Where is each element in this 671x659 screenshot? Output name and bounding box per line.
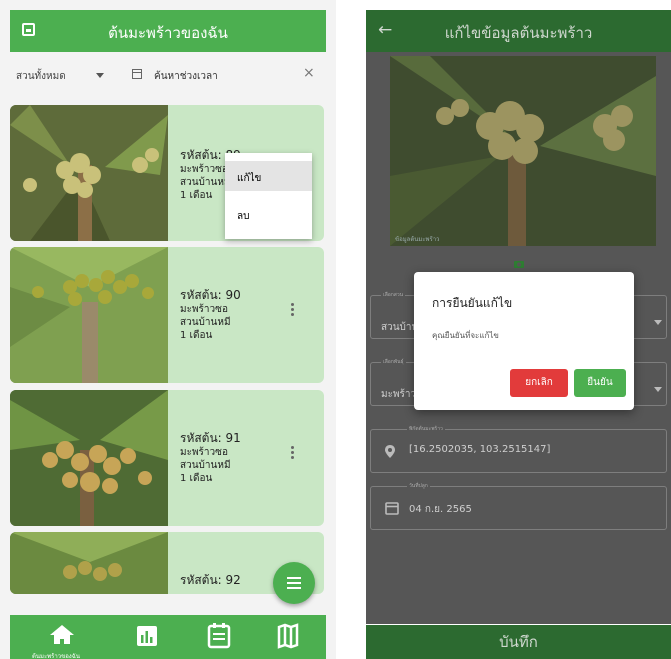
- app-bar: ต้นมะพร้าวของฉัน: [10, 10, 326, 52]
- chart-icon: [137, 626, 157, 646]
- planting-date-field[interactable]: วันที่ปลูก 04 ก.ย. 2565: [370, 482, 667, 530]
- app-bar: ← แก้ไขข้อมูลต้นมะพร้าว: [366, 10, 671, 52]
- nav-calendar[interactable]: [203, 615, 233, 659]
- tree-garden: สวนบ้านหมี: [180, 317, 231, 328]
- field-label: วันที่ปลูก: [407, 482, 430, 490]
- chevron-down-icon: [654, 387, 662, 392]
- tree-info: รหัสต้น: 91 มะพร้าวซอ สวนบ้านหมี 1 เดือน: [180, 430, 241, 485]
- nav-home-label: ต้นมะพร้าวของฉัน: [32, 653, 80, 659]
- field-label: พิกัดต้นมะพร้าว: [407, 425, 445, 433]
- tree-code: รหัสต้น: 91: [180, 431, 241, 445]
- tree-code: รหัสต้น: 92: [180, 573, 241, 587]
- field-value: [16.2502035, 103.2515147]: [409, 444, 551, 455]
- dialog-message: คุณยืนยันที่จะแก้ไข: [432, 331, 499, 340]
- map-icon: [277, 623, 299, 649]
- confirm-edit-dialog: การยืนยันแก้ไข คุณยืนยันที่จะแก้ไข ยกเลิ…: [414, 272, 634, 410]
- chevron-down-icon: [654, 320, 662, 325]
- coconut-tree-photo[interactable]: ข้อมูลต้นมะพร้าว: [390, 56, 656, 246]
- camera-icon[interactable]: [513, 258, 525, 270]
- tree-variety: มะพร้าวซอ: [180, 447, 228, 458]
- location-pin-icon: [385, 445, 395, 458]
- dialog-title: การยืนยันแก้ไข: [432, 296, 513, 310]
- filter-bar: สวนทั้งหมด ค้นหาช่วงเวลา ×: [10, 60, 326, 92]
- nav-statistics[interactable]: [130, 615, 160, 659]
- edit-tree-screen: ← แก้ไขข้อมูลต้นมะพร้าว ข้อมูลต้นมะพร้าว…: [366, 0, 671, 659]
- field-label: เลือกสวน: [381, 291, 406, 299]
- tree-card[interactable]: รหัสต้น: 91 มะพร้าวซอ สวนบ้านหมี 1 เดือน: [10, 390, 324, 526]
- tree-info: รหัสต้น: 90 มะพร้าวซอ สวนบ้านหมี 1 เดือน: [180, 287, 241, 342]
- delete-label: ลบ: [237, 211, 250, 222]
- menu-fab[interactable]: [273, 562, 315, 604]
- page-title: แก้ไขข้อมูลต้นมะพร้าว: [444, 24, 593, 42]
- coconut-tree-photo: [10, 532, 168, 594]
- calendar-icon: [207, 623, 231, 649]
- field-value: 04 ก.ย. 2565: [409, 504, 472, 515]
- more-options-icon[interactable]: [291, 303, 295, 318]
- coordinate-field[interactable]: พิกัดต้นมะพร้าว [16.2502035, 103.2515147…: [370, 425, 667, 473]
- coconut-tree-photo: [10, 247, 168, 383]
- save-button[interactable]: บันทึก: [366, 625, 671, 659]
- tree-garden: สวนบ้านหมี: [180, 460, 231, 471]
- tree-variety: มะพร้าวซอ: [180, 304, 228, 315]
- confirm-button[interactable]: ยืนยัน: [574, 369, 626, 397]
- photo-caption: ข้อมูลต้นมะพร้าว: [395, 236, 440, 243]
- field-value: สวนบ้าน: [381, 322, 419, 333]
- cancel-button[interactable]: ยกเลิก: [510, 369, 568, 397]
- coconut-tree-photo: [10, 105, 168, 241]
- chevron-down-icon[interactable]: [96, 73, 104, 78]
- tree-info: รหัสต้น: 92: [180, 572, 241, 588]
- edit-label: แก้ไข: [237, 173, 262, 184]
- garden-select[interactable]: สวนทั้งหมด: [16, 69, 66, 84]
- tree-code: รหัสต้น: 90: [180, 288, 241, 302]
- card-options-menu: แก้ไข ลบ: [225, 153, 312, 239]
- nav-map[interactable]: [273, 615, 303, 659]
- delete-menu-item[interactable]: ลบ: [225, 199, 312, 229]
- page-title: ต้นมะพร้าวของฉัน: [108, 24, 228, 42]
- calendar-icon[interactable]: [132, 69, 142, 79]
- tree-age: 1 เดือน: [180, 330, 213, 341]
- coconut-tree-photo: [10, 390, 168, 526]
- more-options-icon[interactable]: [291, 446, 295, 461]
- edit-menu-item[interactable]: แก้ไข: [225, 161, 312, 191]
- date-range-search[interactable]: ค้นหาช่วงเวลา: [154, 69, 218, 84]
- clear-icon[interactable]: ×: [303, 65, 315, 81]
- field-value: มะพร้าว: [381, 389, 417, 400]
- bottom-navigation: ต้นมะพร้าวของฉัน: [10, 615, 326, 659]
- tree-age: 1 เดือน: [180, 473, 213, 484]
- tree-list-screen: ต้นมะพร้าวของฉัน สวนทั้งหมด ค้นหาช่วงเวล…: [0, 0, 336, 659]
- calendar-icon: [385, 502, 399, 515]
- tree-card[interactable]: รหัสต้น: 90 มะพร้าวซอ สวนบ้านหมี 1 เดือน: [10, 247, 324, 383]
- field-label: เลือกพันธุ์: [381, 358, 406, 366]
- nav-home[interactable]: ต้นมะพร้าวของฉัน: [10, 615, 90, 659]
